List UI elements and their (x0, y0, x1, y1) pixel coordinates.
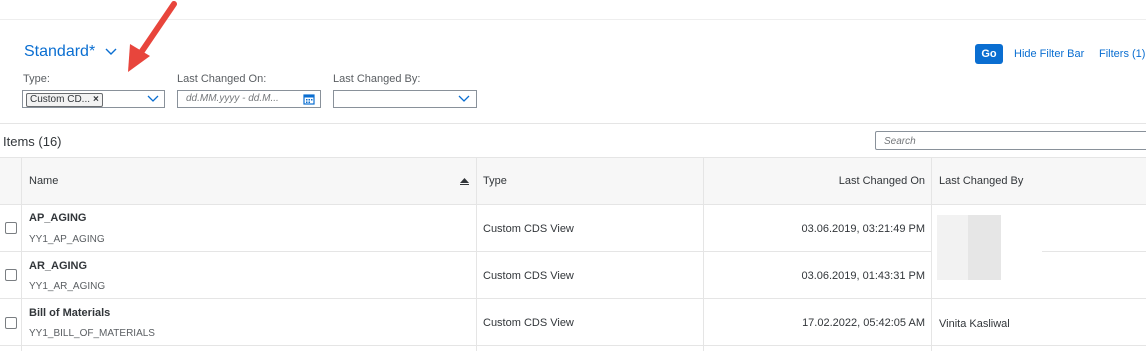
variant-title[interactable]: Standard* (24, 43, 95, 61)
type-token-text: Custom CD... (30, 94, 91, 105)
row-last-changed-on: 17.02.2022, 05:42:05 AM (802, 317, 925, 329)
row-id: YY1_BILL_OF_MATERIALS (29, 328, 155, 339)
row-type: Custom CDS View (483, 223, 574, 235)
row-last-changed-on: 03.06.2019, 01:43:31 PM (801, 270, 925, 282)
type-filter-label: Type: (23, 73, 50, 85)
chevron-down-icon[interactable] (104, 47, 118, 57)
column-divider (21, 157, 22, 351)
last-changed-by-label: Last Changed By: (333, 73, 421, 85)
row-type: Custom CDS View (483, 270, 574, 282)
last-changed-on-label: Last Changed On: (177, 73, 267, 85)
type-filter-token[interactable]: Custom CD... × (26, 93, 103, 107)
row-checkbox[interactable] (5, 269, 17, 281)
row-name[interactable]: AP_AGING (29, 212, 86, 224)
row-id: YY1_AR_AGING (29, 281, 106, 292)
column-header-last-changed-on[interactable]: Last Changed On (703, 175, 925, 187)
last-changed-on-field[interactable]: dd.MM.yyyy - dd.M... (177, 90, 321, 108)
red-arrow-annotation (128, 1, 177, 72)
chevron-down-icon[interactable] (458, 95, 470, 103)
row-last-changed-by: Vinita Kasliwal (939, 318, 1010, 330)
column-header-type[interactable]: Type (483, 175, 507, 187)
calendar-icon[interactable] (303, 93, 315, 105)
row-type: Custom CDS View (483, 317, 574, 329)
hide-filter-bar-link[interactable]: Hide Filter Bar (1014, 48, 1084, 60)
row-divider (0, 298, 1146, 299)
search-input[interactable]: Search (875, 131, 1146, 150)
go-button[interactable]: Go (975, 44, 1003, 64)
chevron-down-icon[interactable] (147, 95, 159, 103)
last-changed-by-field[interactable] (333, 90, 477, 108)
date-range-placeholder: dd.MM.yyyy - dd.M... (186, 93, 279, 104)
table-title: Items (16) (3, 134, 62, 149)
token-remove-icon[interactable]: × (93, 94, 99, 105)
filter-bar-divider (0, 123, 1146, 124)
type-filter-field[interactable]: Custom CD... × (22, 90, 165, 108)
redacted-area (932, 205, 1042, 297)
column-header-last-changed-by[interactable]: Last Changed By (939, 175, 1023, 187)
column-header-name[interactable]: Name (29, 175, 58, 187)
filters-link[interactable]: Filters (1) (1099, 48, 1145, 60)
sort-ascending-icon (460, 178, 469, 185)
row-checkbox[interactable] (5, 317, 17, 329)
row-checkbox[interactable] (5, 222, 17, 234)
row-id: YY1_AP_AGING (29, 234, 105, 245)
row-name[interactable]: AR_AGING (29, 260, 87, 272)
row-name[interactable]: Bill of Materials (29, 307, 110, 319)
redacted-block (968, 215, 1001, 280)
row-last-changed-on: 03.06.2019, 03:21:49 PM (801, 223, 925, 235)
column-divider (476, 157, 477, 351)
row-divider (0, 345, 1146, 346)
